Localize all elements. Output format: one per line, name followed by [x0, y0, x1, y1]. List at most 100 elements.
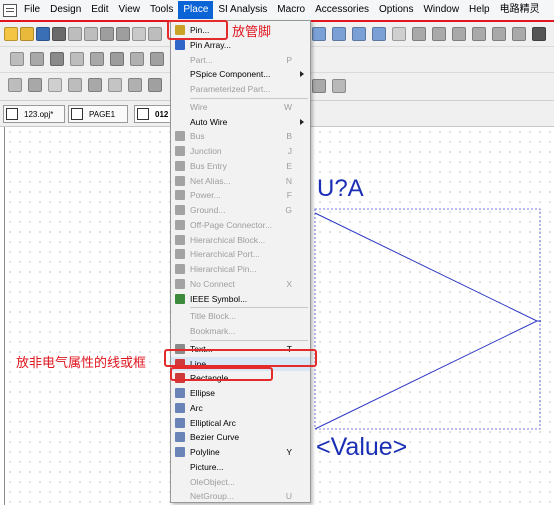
page-icon: [71, 108, 83, 120]
place-menu-item-polyline[interactable]: Polyline Y: [171, 445, 310, 459]
tb2-button-4[interactable]: [70, 52, 84, 66]
part-icon[interactable]: [412, 27, 426, 41]
menu-item-label: OleObject...: [190, 476, 235, 487]
tb3-button-1[interactable]: [8, 78, 22, 92]
pin-array-icon: [175, 39, 185, 50]
ieee-symbol-icon: [175, 293, 185, 304]
place-menu-item-elliptical-arc[interactable]: Elliptical Arc: [171, 416, 310, 430]
place-menu-item-pspice-component[interactable]: PSpice Component...: [171, 67, 310, 81]
place-menu-item-ieee-symbol[interactable]: IEEE Symbol...: [171, 292, 310, 306]
tb1-button-3[interactable]: [36, 27, 50, 41]
place-menu-item-wire[interactable]: Wire W: [171, 100, 310, 114]
place-menu-item-bus-entry[interactable]: Bus Entry E: [171, 159, 310, 173]
tb2-button-5[interactable]: [90, 52, 104, 66]
tb1-button-6[interactable]: [84, 27, 98, 41]
report-icon[interactable]: [512, 27, 526, 41]
menu-item-label: Part...: [190, 54, 213, 65]
place-menu-item-hierarchical-block[interactable]: Hierarchical Block...: [171, 233, 310, 247]
tb3-button-3[interactable]: [48, 78, 62, 92]
place-menu-item-bookmark[interactable]: Bookmark...: [171, 324, 310, 338]
netlist-icon[interactable]: [432, 27, 446, 41]
place-menu-item-no-connect[interactable]: No Connect X: [171, 277, 310, 291]
elliptical-arc-icon: [175, 417, 185, 428]
tb3-button-8[interactable]: [148, 78, 162, 92]
zoom-all-icon[interactable]: [372, 27, 386, 41]
tab-012[interactable]: 012: [134, 105, 174, 123]
schematic-icon: [137, 108, 149, 120]
tb1-button-8[interactable]: [116, 27, 130, 41]
tb1-button-4[interactable]: [52, 27, 66, 41]
menu-place[interactable]: Place: [178, 1, 214, 19]
menu-options[interactable]: Options: [374, 1, 418, 19]
place-menu-item-auto-wire[interactable]: Auto Wire: [171, 115, 310, 129]
tb3-button-2[interactable]: [28, 78, 42, 92]
drc-icon[interactable]: [452, 27, 466, 41]
menu-tools[interactable]: Tools: [145, 1, 178, 19]
place-menu-item-ellipse[interactable]: Ellipse: [171, 386, 310, 400]
tb2-button-7[interactable]: [130, 52, 144, 66]
tb1-button-1[interactable]: [4, 27, 18, 41]
place-menu-item-off-page-connector[interactable]: Off-Page Connector...: [171, 218, 310, 232]
tb1-button-9[interactable]: [132, 27, 146, 41]
tb1-button-7[interactable]: [100, 27, 114, 41]
menu-circuit-wizard[interactable]: 电路精灵: [495, 1, 545, 19]
tb1-button-10[interactable]: [148, 27, 162, 41]
menu-si-analysis[interactable]: SI Analysis: [213, 1, 272, 19]
view-icon[interactable]: [392, 27, 406, 41]
menu-bar: File Design Edit View Tools Place SI Analysis M…: [0, 0, 554, 20]
menu-accessories[interactable]: Accessories: [310, 1, 374, 19]
menu-help[interactable]: Help: [464, 1, 495, 19]
place-menu-item-bezier-curve[interactable]: Bezier Curve: [171, 430, 310, 444]
menu-view[interactable]: View: [114, 1, 146, 19]
place-menu-item-junction[interactable]: Junction J: [171, 144, 310, 158]
place-menu-item-bus[interactable]: Bus B: [171, 129, 310, 143]
place-menu-item-net-alias[interactable]: Net Alias... N: [171, 174, 310, 188]
bezier-curve-icon: [175, 432, 185, 443]
place-menu-item-oleobject[interactable]: OleObject...: [171, 475, 310, 489]
tb3-button-4[interactable]: [68, 78, 82, 92]
tb3-button-5[interactable]: [88, 78, 102, 92]
menu-edit[interactable]: Edit: [86, 1, 113, 19]
menu-macro[interactable]: Macro: [272, 1, 310, 19]
tb2-button-6[interactable]: [110, 52, 124, 66]
tb2-button-1[interactable]: [10, 52, 24, 66]
place-menu-item-power[interactable]: Power... F: [171, 188, 310, 202]
place-menu-item-arc[interactable]: Arc: [171, 401, 310, 415]
menu-item-shortcut: P: [286, 54, 292, 65]
menu-design[interactable]: Design: [45, 1, 86, 19]
tb3-right-button-1[interactable]: [312, 79, 326, 93]
grid-icon[interactable]: [532, 27, 546, 41]
power-icon: [175, 190, 185, 201]
menu-window[interactable]: Window: [418, 1, 464, 19]
tb2-button-3[interactable]: [50, 52, 64, 66]
junction-icon: [175, 146, 185, 156]
place-menu-item-picture[interactable]: Picture...: [171, 460, 310, 474]
place-menu-item-ground[interactable]: Ground... G: [171, 203, 310, 217]
app-icon[interactable]: [3, 3, 17, 17]
menu-item-shortcut: N: [285, 175, 292, 186]
tb1-button-5[interactable]: [68, 27, 82, 41]
place-menu-item-hierarchical-pin[interactable]: Hierarchical Pin...: [171, 262, 310, 276]
tb3-right-button-2[interactable]: [332, 79, 346, 93]
menu-file[interactable]: File: [19, 1, 45, 19]
tb2-button-2[interactable]: [30, 52, 44, 66]
net-alias-icon: [175, 175, 185, 186]
annotate-icon[interactable]: [492, 27, 506, 41]
place-menu-item-part[interactable]: Part... P: [171, 53, 310, 67]
zoom-in-icon[interactable]: [312, 27, 326, 41]
place-menu-item-title-block[interactable]: Title Block...: [171, 309, 310, 323]
part-value-label[interactable]: <Value>: [316, 433, 407, 462]
place-menu-item-netgroup[interactable]: NetGroup... U: [171, 489, 310, 503]
place-menu-item-hierarchical-port[interactable]: Hierarchical Port...: [171, 247, 310, 261]
tb1-button-2[interactable]: [20, 27, 34, 41]
zoom-area-icon[interactable]: [352, 27, 366, 41]
bom-icon[interactable]: [472, 27, 486, 41]
place-menu-item-parameterized-part[interactable]: Parameterized Part...: [171, 82, 310, 96]
tb3-button-6[interactable]: [108, 78, 122, 92]
zoom-out-icon[interactable]: [332, 27, 346, 41]
tb2-button-8[interactable]: [150, 52, 164, 66]
tab-label: 012: [155, 110, 169, 119]
tb3-button-7[interactable]: [128, 78, 142, 92]
tab-123opj[interactable]: 123.opj*: [3, 105, 65, 123]
tab-page1[interactable]: PAGE1: [68, 105, 128, 123]
